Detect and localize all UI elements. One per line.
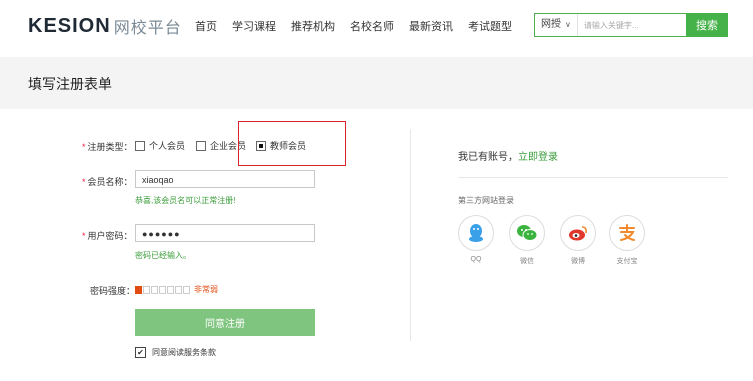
username-label-text: 会员名称： <box>87 177 133 187</box>
radio-box <box>196 140 206 151</box>
strength-segment <box>167 285 174 294</box>
wechat-label: 微信 <box>520 258 534 265</box>
password-strength-meter: 非常弱 <box>135 284 218 295</box>
nav-teachers[interactable]: 名校名师 <box>350 18 394 34</box>
register-type-text: 注册类型： <box>87 142 133 152</box>
column-divider <box>410 129 411 341</box>
right-divider <box>458 177 728 178</box>
strength-label: 密码强度： <box>90 286 136 296</box>
nav-exams[interactable]: 考试题型 <box>468 18 512 34</box>
nav-home[interactable]: 首页 <box>195 18 217 34</box>
agree-checkbox[interactable]: ✔ <box>135 347 146 358</box>
username-field[interactable]: xiaoqao <box>135 170 315 188</box>
weibo-label: 微博 <box>571 258 585 265</box>
qq-login-button[interactable]: QQ <box>456 215 496 263</box>
strength-text: 非常弱 <box>194 285 218 294</box>
weibo-login-button[interactable]: 微博 <box>558 215 598 266</box>
agree-register-button[interactable]: 同意注册 <box>135 309 315 336</box>
strength-segment <box>143 285 150 294</box>
page-title: 填写注册表单 <box>28 76 112 92</box>
agree-terms-label: 同意阅读服务条款 <box>152 348 216 357</box>
nav-institutions[interactable]: 推荐机构 <box>291 18 335 34</box>
password-label-text: 用户密码： <box>87 231 133 241</box>
required-marker: * <box>82 231 86 241</box>
have-account-text: 我已有账号，立即登录 <box>458 148 558 163</box>
search-bar: 网授 ∨ 请输入关键字... 搜索 <box>534 13 728 37</box>
qq-icon <box>458 215 494 251</box>
strength-segment <box>159 285 166 294</box>
required-marker: * <box>82 142 86 152</box>
qq-label: QQ <box>470 256 482 263</box>
login-link[interactable]: 立即登录 <box>518 152 558 163</box>
search-input[interactable]: 请输入关键字... <box>578 20 686 31</box>
logo-sub: 网校平台 <box>113 20 182 37</box>
radio-personal[interactable]: 个人会员 <box>135 139 185 152</box>
nav-courses[interactable]: 学习课程 <box>232 18 276 34</box>
page-title-bar: 填写注册表单 <box>0 57 753 109</box>
nav-news[interactable]: 最新资讯 <box>409 18 453 34</box>
have-account-label: 我已有账号， <box>458 152 518 163</box>
strength-segment <box>183 285 190 294</box>
register-form: * 注册类型： 个人会员 企业会员 教师会员 * 会员名称： xiaoqao 恭喜,… <box>0 109 753 381</box>
strength-segment <box>135 285 142 294</box>
logo[interactable]: KESION 网校平台 <box>28 14 182 38</box>
radio-personal-label: 个人会员 <box>149 141 186 151</box>
username-hint: 恭喜,该会员名可以正常注册! <box>135 196 236 205</box>
third-party-title: 第三方网站登录 <box>458 196 514 205</box>
password-field[interactable]: ●●●●●● <box>135 224 315 242</box>
logo-main: KESION <box>28 14 111 37</box>
wechat-icon <box>509 215 545 251</box>
alipay-label: 支付宝 <box>616 258 638 265</box>
agree-terms[interactable]: ✔ 同意阅读服务条款 <box>135 347 216 358</box>
password-label: * 用户密码： <box>82 229 133 242</box>
strength-segment <box>175 285 182 294</box>
strength-segment <box>151 285 158 294</box>
chevron-down-icon: ∨ <box>565 20 571 29</box>
alipay-icon <box>609 215 645 251</box>
radio-box <box>135 140 145 151</box>
main-nav: 首页 学习课程 推荐机构 名校名师 最新资讯 考试题型 <box>195 18 527 34</box>
site-header: KESION 网校平台 首页 学习课程 推荐机构 名校名师 最新资讯 考试题型 … <box>0 0 753 54</box>
search-category-value: 网授 <box>541 19 561 30</box>
highlight-box <box>238 121 346 166</box>
search-button[interactable]: 搜索 <box>686 13 728 37</box>
wechat-login-button[interactable]: 微信 <box>507 215 547 266</box>
required-marker: * <box>82 177 86 187</box>
weibo-icon <box>560 215 596 251</box>
username-label: * 会员名称： <box>82 175 133 188</box>
password-hint: 密码已经输入。 <box>135 251 191 260</box>
alipay-login-button[interactable]: 支付宝 <box>607 215 647 266</box>
search-category-select[interactable]: 网授 ∨ <box>535 14 578 36</box>
register-type-label: * 注册类型： <box>82 140 133 153</box>
